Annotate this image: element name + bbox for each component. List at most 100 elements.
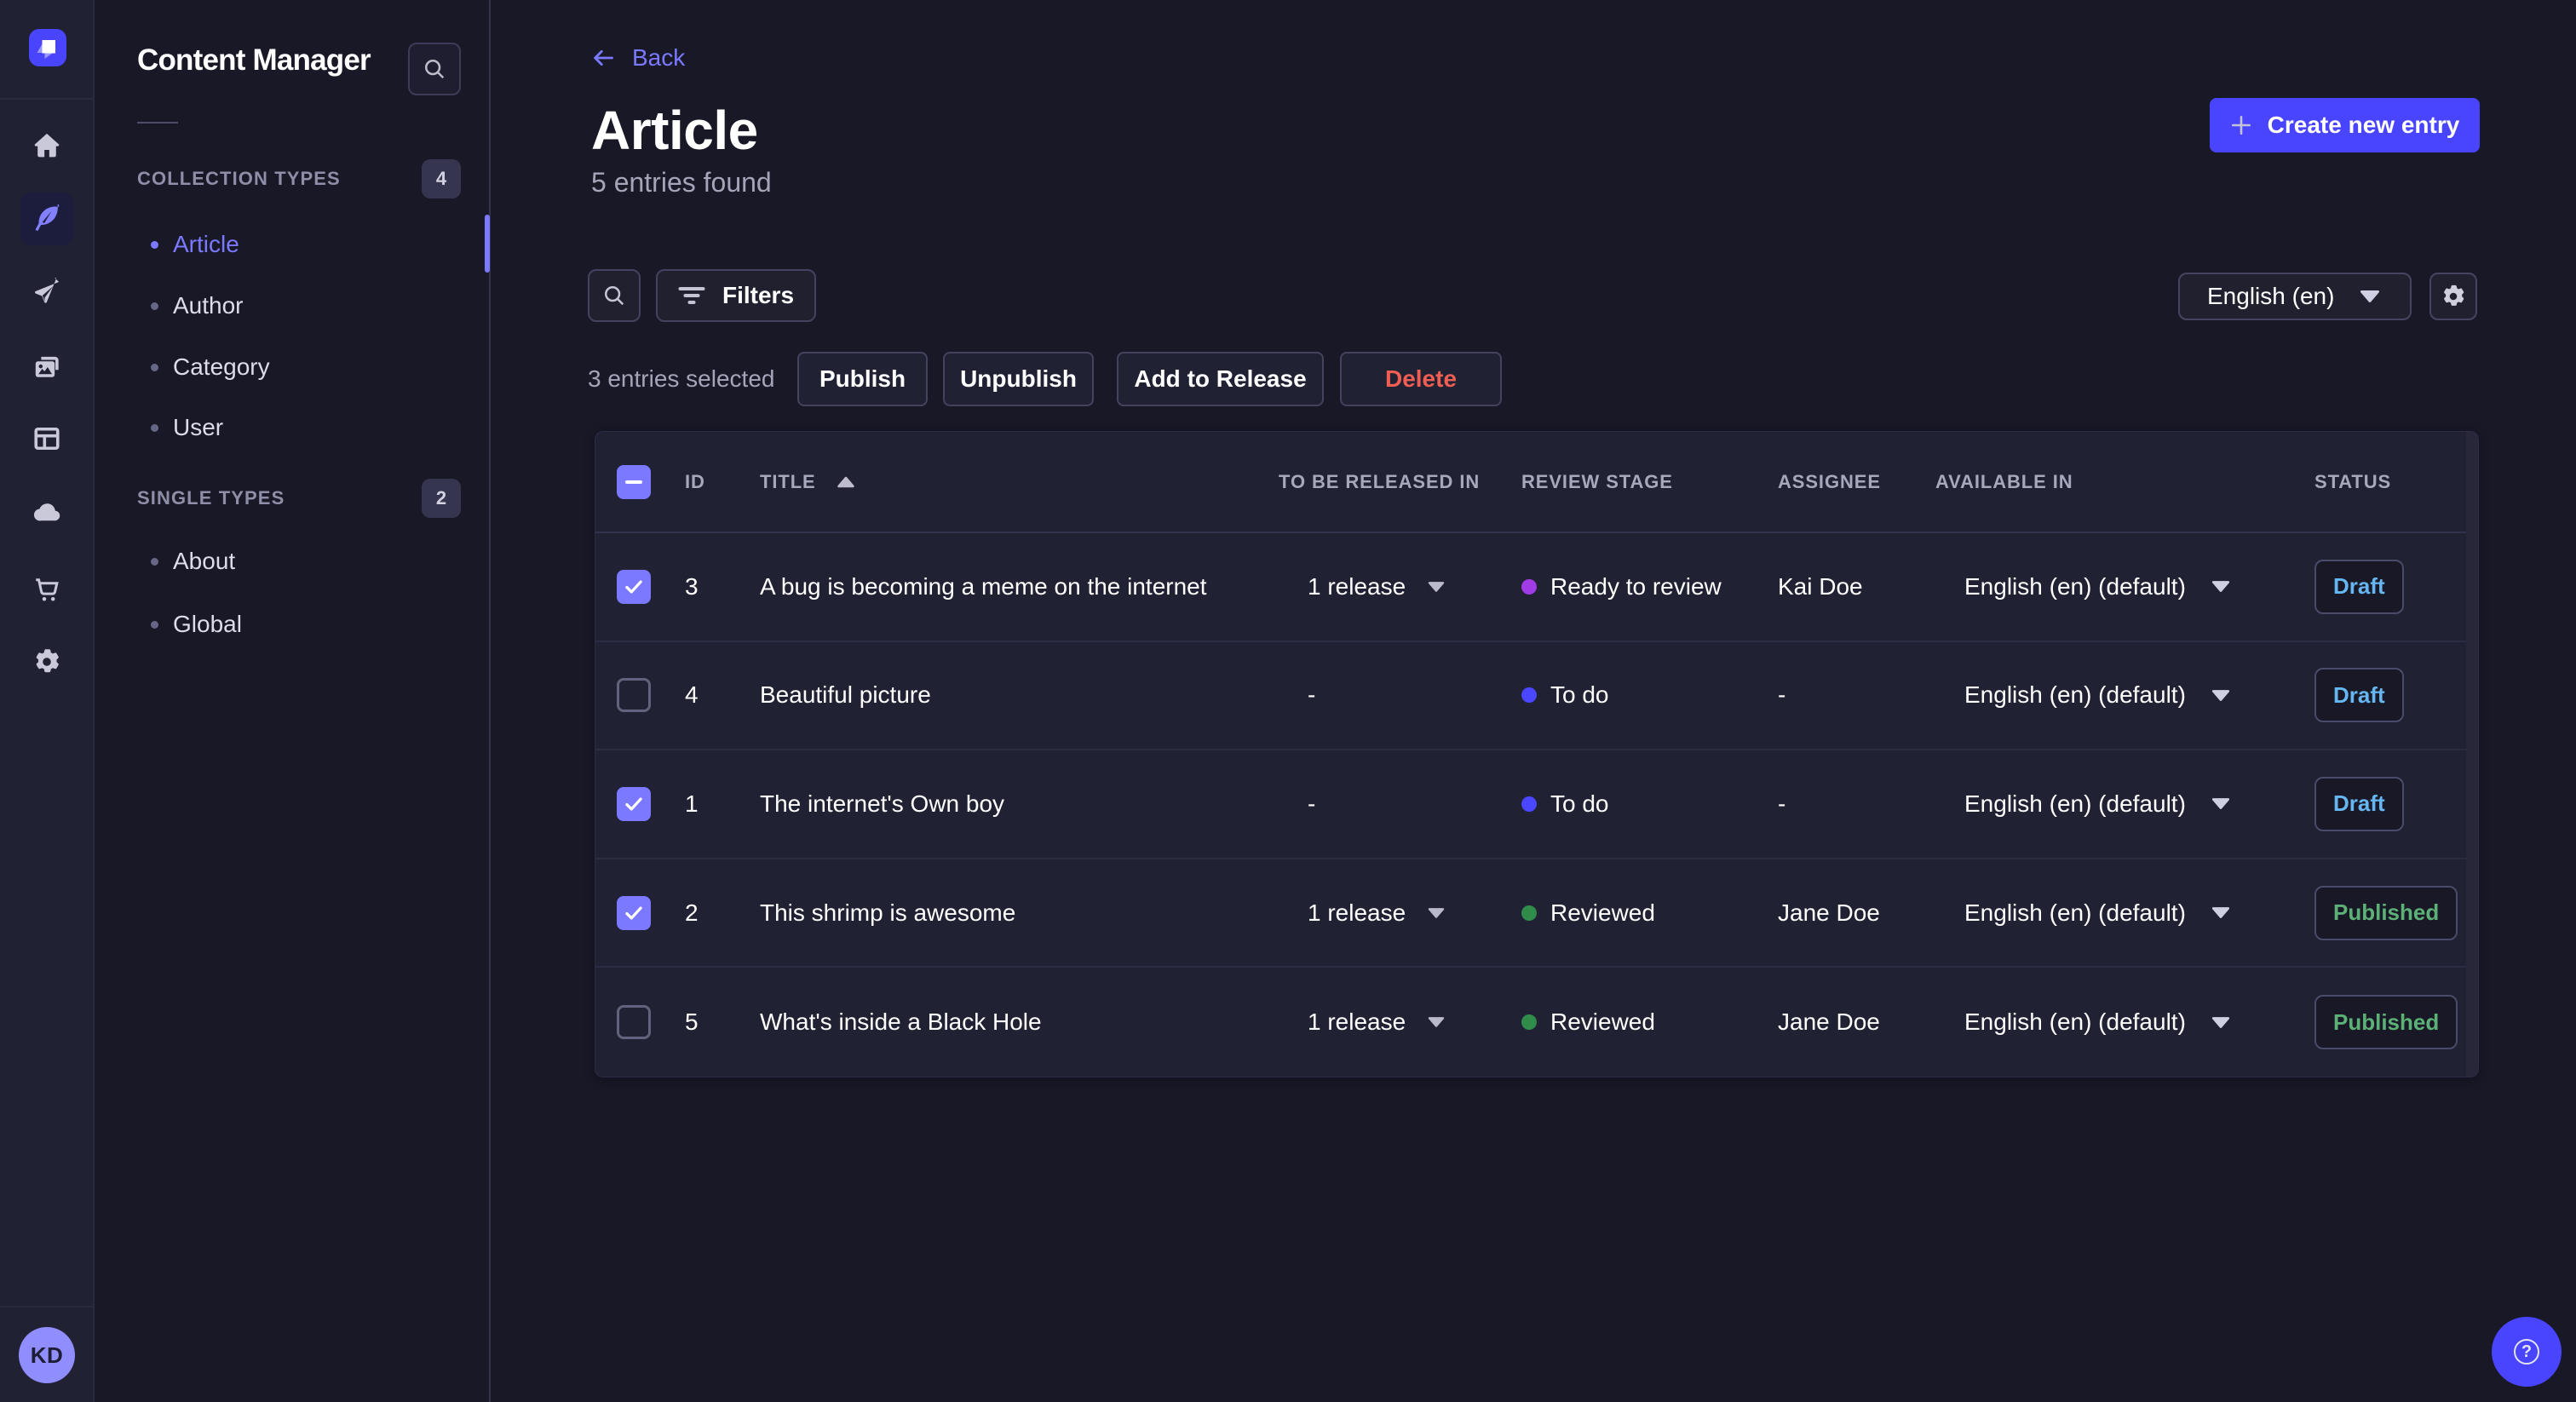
cell-released[interactable]: - (1308, 790, 1315, 818)
table-search-button[interactable] (588, 269, 641, 322)
table-row[interactable]: 5 What's inside a Black Hole 1 release R… (595, 968, 2478, 1077)
table-row[interactable]: 2 This shrimp is awesome 1 release Revie… (595, 859, 2478, 968)
bullet-icon (151, 557, 158, 566)
cell-available-in[interactable]: English (en) (default) (1964, 681, 2230, 709)
main-nav-rail: KD (0, 0, 95, 1402)
subnav-search-button[interactable] (408, 43, 461, 95)
filters-button[interactable]: Filters (656, 269, 816, 322)
nav-content-manager[interactable] (20, 192, 73, 245)
cart-icon (36, 578, 59, 601)
status-badge: Draft (2314, 668, 2404, 723)
chevron-down-icon (2360, 290, 2380, 303)
table-scrollbar[interactable] (2466, 432, 2478, 1077)
column-header-status[interactable]: STATUS (2314, 471, 2391, 493)
column-header-id[interactable]: ID (685, 471, 705, 493)
help-button[interactable]: ? (2492, 1317, 2562, 1387)
avatar[interactable]: KD (19, 1327, 75, 1383)
status-badge: Published (2314, 995, 2458, 1050)
sort-asc-icon (837, 476, 855, 488)
nav-deploy[interactable] (20, 486, 73, 538)
cell-assignee: - (1778, 790, 1786, 817)
nav-home[interactable] (20, 119, 73, 172)
nav-releases[interactable] (20, 267, 73, 319)
nav-media-library[interactable] (20, 340, 73, 393)
review-stage-dot-icon (1521, 687, 1537, 704)
delete-button[interactable]: Delete (1340, 352, 1502, 406)
cell-assignee: Kai Doe (1778, 572, 1863, 600)
sidebar-item-about[interactable]: About (96, 531, 489, 592)
cell-available-in[interactable]: English (en) (default) (1964, 899, 2230, 927)
strapi-logo[interactable] (29, 29, 66, 66)
search-icon (424, 59, 445, 79)
unpublish-button[interactable]: Unpublish (943, 352, 1094, 406)
status-badge: Published (2314, 885, 2458, 940)
cell-released[interactable]: - (1308, 681, 1315, 709)
table-row[interactable]: 3 A bug is becoming a meme on the intern… (595, 533, 2478, 642)
row-checkbox[interactable] (617, 569, 651, 604)
gear-icon (36, 649, 59, 673)
bullet-icon (151, 423, 158, 432)
cell-released[interactable]: 1 release (1308, 1008, 1445, 1036)
cell-available-in[interactable]: English (en) (default) (1964, 1008, 2230, 1036)
column-header-assignee[interactable]: ASSIGNEE (1778, 471, 1881, 493)
cell-id: 5 (685, 1008, 699, 1036)
column-header-review-stage[interactable]: REVIEW STAGE (1521, 471, 1673, 493)
rail-divider (0, 98, 93, 100)
table-row[interactable]: 4 Beautiful picture - To do - English (e… (595, 642, 2478, 751)
cell-released[interactable]: 1 release (1308, 899, 1445, 927)
table-row[interactable]: 1 The internet's Own boy - To do - Engli… (595, 750, 2478, 859)
cell-status: Published (2314, 995, 2458, 1050)
sidebar-item-author[interactable]: Author (96, 275, 489, 336)
sidebar-item-user[interactable]: User (96, 397, 489, 458)
entries-count: 5 entries found (591, 167, 772, 198)
column-header-title[interactable]: TITLE (760, 471, 855, 493)
row-checkbox[interactable] (617, 786, 651, 821)
column-header-released[interactable]: TO BE RELEASED IN (1279, 471, 1480, 493)
cell-status: Draft (2314, 776, 2404, 831)
bullet-icon (151, 363, 158, 371)
cell-available-in[interactable]: English (en) (default) (1964, 790, 2230, 818)
cell-released[interactable]: 1 release (1308, 573, 1445, 600)
add-to-release-button[interactable]: Add to Release (1117, 352, 1324, 406)
cell-status: Published (2314, 885, 2458, 940)
cell-title: What's inside a Black Hole (760, 1008, 1042, 1036)
chevron-down-icon (1428, 1016, 1445, 1028)
locale-select[interactable]: English (en) (2178, 273, 2412, 320)
review-stage-dot-icon (1521, 905, 1537, 921)
column-header-available-in[interactable]: AVAILABLE IN (1935, 471, 2073, 493)
nav-settings[interactable] (20, 635, 73, 688)
chevron-down-icon (1428, 581, 1445, 593)
row-checkbox[interactable] (617, 1005, 651, 1040)
content-manager-subnav: Content Manager COLLECTION TYPES 4 Artic… (96, 0, 491, 1402)
bullet-icon (151, 302, 158, 310)
nav-content-type-builder[interactable] (20, 412, 73, 465)
home-icon (34, 133, 60, 158)
sidebar-item-global[interactable]: Global (96, 594, 489, 655)
cell-title: This shrimp is awesome (760, 899, 1016, 926)
create-new-entry-button[interactable]: Create new entry (2210, 98, 2480, 152)
review-stage-dot-icon (1521, 578, 1537, 595)
strapi-logo-icon (37, 40, 55, 59)
sidebar-item-article[interactable]: Article (96, 214, 489, 275)
row-checkbox[interactable] (617, 678, 651, 713)
cell-assignee: Jane Doe (1778, 899, 1880, 926)
cell-review-stage: Ready to review (1521, 573, 1722, 600)
cell-assignee: - (1778, 681, 1786, 709)
images-icon (35, 356, 59, 377)
check-icon (625, 905, 642, 920)
bullet-icon (151, 240, 158, 249)
review-stage-dot-icon (1521, 1014, 1537, 1031)
back-link[interactable]: Back (591, 38, 685, 78)
nav-marketplace[interactable] (20, 563, 73, 616)
cell-id: 4 (685, 681, 699, 709)
sidebar-item-category[interactable]: Category (96, 336, 489, 398)
cell-review-stage: To do (1521, 681, 1609, 709)
view-settings-button[interactable] (2429, 273, 2477, 320)
cell-review-stage: Reviewed (1521, 1008, 1655, 1036)
gear-icon (2444, 284, 2464, 306)
row-checkbox[interactable] (617, 895, 651, 930)
check-icon (625, 580, 642, 594)
publish-button[interactable]: Publish (797, 352, 928, 406)
select-all-checkbox[interactable] (617, 464, 651, 499)
cell-available-in[interactable]: English (en) (default) (1964, 573, 2230, 600)
